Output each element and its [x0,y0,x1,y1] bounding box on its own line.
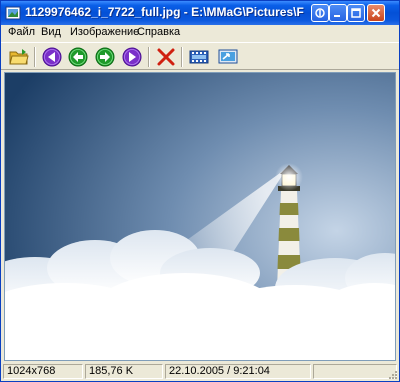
arrow-right-icon [95,47,115,67]
image-viewer[interactable] [4,72,396,361]
status-extra [313,364,397,379]
app-icon[interactable] [5,5,21,21]
menu-help[interactable]: Справка [137,26,180,38]
resize-grip-icon[interactable] [386,368,398,380]
menu-bar: Файл Вид Изображение Справка [1,25,399,42]
toolbar-separator [34,47,36,67]
window-title: 1129976462_i_7722_full.jpg - E:\MMaG\Pic… [25,5,304,19]
minimize-icon [334,15,340,17]
first-image-button[interactable] [41,46,63,68]
status-dimensions: 1024x768 [3,364,83,379]
menu-file[interactable]: Файл [8,26,35,38]
close-icon [371,8,381,18]
skip-back-icon [42,47,62,67]
lighthouse-image [5,73,395,360]
status-bar: 1024x768 185,76 K 22.10.2005 / 9:21:04 [1,363,399,381]
filmstrip-icon [189,50,209,64]
slideshow-button[interactable] [188,46,210,68]
previous-image-button[interactable] [67,46,89,68]
toolbar [1,42,399,70]
arrow-left-icon [68,47,88,67]
close-button[interactable] [367,4,385,22]
title-bar[interactable]: 1129976462_i_7722_full.jpg - E:\MMaG\Pic… [1,1,399,25]
menu-image[interactable]: Изображение [70,26,139,38]
maximize-icon [351,8,361,18]
menu-view[interactable]: Вид [41,26,61,38]
restore-icon [315,8,325,18]
next-image-button[interactable] [94,46,116,68]
restore-button[interactable] [311,4,329,22]
maximize-button[interactable] [347,4,365,22]
status-datetime: 22.10.2005 / 9:21:04 [165,364,311,379]
last-image-button[interactable] [121,46,143,68]
set-wallpaper-button[interactable] [217,46,239,68]
folder-open-icon [9,49,29,65]
skip-forward-icon [122,47,142,67]
desktop-arrow-icon [218,49,238,64]
app-window: 1129976462_i_7722_full.jpg - E:\MMaG\Pic… [0,0,400,382]
minimize-button[interactable] [329,4,347,22]
open-folder-button[interactable] [8,46,30,68]
toolbar-separator [181,47,183,67]
toolbar-separator [148,47,150,67]
status-file-size: 185,76 K [85,364,163,379]
delete-x-icon [157,48,175,66]
delete-button[interactable] [155,46,177,68]
